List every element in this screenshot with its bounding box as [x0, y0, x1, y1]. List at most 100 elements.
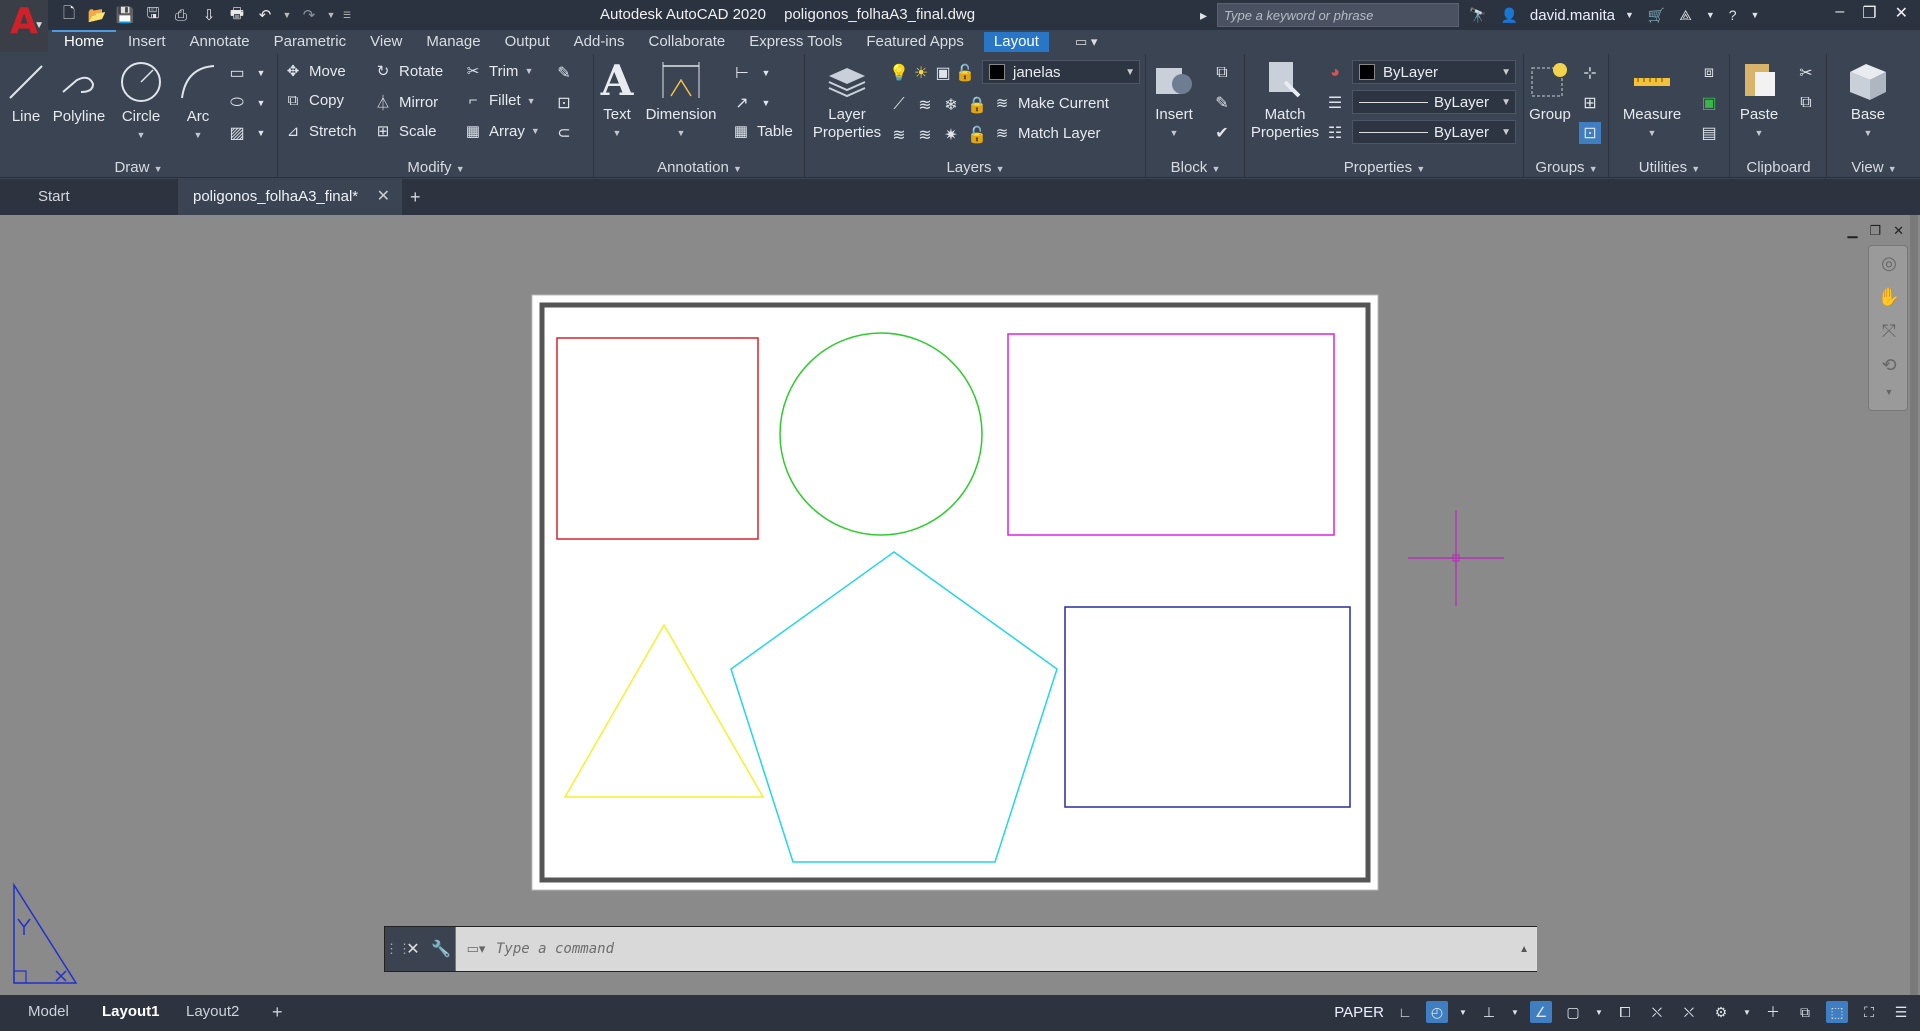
- layer-off-icon[interactable]: ⟋: [888, 94, 910, 116]
- calculator-icon[interactable]: ▤: [1698, 122, 1720, 144]
- save-web-icon[interactable]: ⇩: [196, 3, 222, 27]
- offset-icon[interactable]: ⊂: [553, 122, 575, 144]
- copy-clip-icon[interactable]: ⧉: [1795, 92, 1817, 114]
- tab-layout2[interactable]: Layout2: [176, 999, 249, 1025]
- tab-home[interactable]: Home: [52, 30, 117, 54]
- edit-block-icon[interactable]: ✎: [1211, 92, 1233, 114]
- close-icon[interactable]: ✕: [377, 179, 390, 215]
- polar-tracking-icon[interactable]: ◴: [1426, 1001, 1448, 1023]
- move-button[interactable]: ✥ Move: [283, 62, 346, 81]
- layer-dropdown[interactable]: janelas ▼: [982, 60, 1140, 84]
- wrench-icon[interactable]: 🔧: [427, 939, 455, 959]
- restore-icon[interactable]: ❐: [1869, 223, 1881, 239]
- circle-button[interactable]: Circle ▼: [116, 60, 166, 144]
- command-input[interactable]: ▭▾ Type a command ▲: [455, 927, 1537, 971]
- plot-icon[interactable]: 🖶: [224, 3, 250, 27]
- chevron-down-icon[interactable]: ▼: [250, 122, 272, 144]
- mirror-button[interactable]: ⏃ Mirror: [373, 92, 438, 113]
- layer-freeze-icon[interactable]: ❄: [940, 94, 962, 116]
- tab-annotate[interactable]: Annotate: [178, 30, 262, 54]
- binoculars-icon[interactable]: 🔭: [1465, 7, 1490, 24]
- chevron-up-icon[interactable]: ▲: [1519, 944, 1529, 955]
- close-icon[interactable]: ✕: [1895, 3, 1908, 23]
- fillet-button[interactable]: ⌐ Fillet ▼: [463, 92, 536, 109]
- help-icon[interactable]: ?: [1725, 7, 1741, 23]
- cart-icon[interactable]: 🛒: [1644, 7, 1669, 24]
- ortho-icon[interactable]: ∟: [1394, 1001, 1416, 1023]
- isometric-icon[interactable]: ⊥: [1478, 1001, 1500, 1023]
- chevron-down-icon[interactable]: ▼: [1742, 1001, 1752, 1023]
- scale-button[interactable]: ⊞ Scale: [373, 122, 437, 141]
- panel-groups-title[interactable]: Groups ▼: [1525, 159, 1608, 176]
- open-web-icon[interactable]: ⎙: [168, 3, 194, 27]
- chevron-down-icon[interactable]: ▼: [1458, 1001, 1468, 1023]
- layer-on-icon[interactable]: ≋: [888, 124, 910, 146]
- rotate-button[interactable]: ↻ Rotate: [373, 62, 444, 81]
- tab-collaborate[interactable]: Collaborate: [636, 30, 737, 54]
- array-button[interactable]: ▦ Array ▼: [463, 122, 540, 141]
- tab-layout1[interactable]: Layout1: [92, 999, 170, 1025]
- layer-lock-icon[interactable]: 🔒: [966, 94, 988, 116]
- layer-unlock-icon[interactable]: 🔓: [966, 124, 988, 146]
- trim-button[interactable]: ✂ Trim ▼: [463, 62, 534, 81]
- unlock-icon[interactable]: 🔓: [954, 62, 976, 84]
- group-button[interactable]: Group: [1527, 58, 1573, 124]
- tab-view[interactable]: View: [358, 30, 414, 54]
- chevron-down-icon[interactable]: ▼: [1869, 382, 1909, 402]
- chevron-down-icon[interactable]: ▼: [250, 62, 272, 84]
- chevron-down-icon[interactable]: ▼: [1510, 1001, 1520, 1023]
- match-layer-button[interactable]: ≋ Match Layer: [992, 124, 1101, 143]
- redo-icon[interactable]: ↷: [296, 3, 322, 27]
- rectangle-icon[interactable]: ▭: [226, 62, 248, 84]
- chevron-down-icon[interactable]: ▼: [755, 92, 777, 114]
- tab-layout[interactable]: Layout: [983, 32, 1049, 52]
- customize-toolbar-icon[interactable]: ☰: [340, 3, 354, 27]
- sun-icon[interactable]: ☀: [910, 62, 932, 84]
- paste-button[interactable]: Paste ▼: [1735, 58, 1783, 142]
- drawing-canvas[interactable]: ▁ ❐ ✕ ◎ ✋ ⤧ ⟲ ▼: [0, 215, 1920, 995]
- restore-icon[interactable]: ❐: [1862, 3, 1876, 23]
- dimension-button[interactable]: Dimension ▼: [641, 58, 721, 142]
- ungroup-icon[interactable]: ⊹: [1579, 62, 1601, 84]
- leader-icon[interactable]: ↗: [731, 92, 753, 114]
- panel-properties-title[interactable]: Properties ▼: [1246, 159, 1523, 176]
- select-all-icon[interactable]: ▣: [1698, 92, 1720, 114]
- chevron-down-icon[interactable]: ▼: [755, 62, 777, 84]
- cut-icon[interactable]: ✂: [1795, 62, 1817, 84]
- measure-button[interactable]: Measure ▼: [1614, 58, 1690, 142]
- chevron-down-icon[interactable]: ▼: [250, 92, 272, 114]
- save-as-icon[interactable]: 🖫: [140, 3, 166, 27]
- close-icon[interactable]: ✕: [399, 939, 427, 959]
- linetype-dropdown[interactable]: ByLayer ▼: [1352, 120, 1516, 144]
- minimize-icon[interactable]: –: [1835, 3, 1844, 23]
- group-selection-icon[interactable]: ⊡: [1579, 122, 1601, 144]
- panel-modify-title[interactable]: Modify ▼: [279, 159, 593, 176]
- erase-icon[interactable]: ✎: [553, 62, 575, 84]
- tab-manage[interactable]: Manage: [414, 30, 492, 54]
- panel-layers-title[interactable]: Layers ▼: [806, 159, 1145, 176]
- save-icon[interactable]: 💾: [112, 3, 138, 27]
- quick-select-icon[interactable]: ⧈: [1698, 62, 1720, 84]
- close-icon[interactable]: ✕: [1893, 223, 1904, 239]
- text-button[interactable]: A Text ▼: [599, 56, 635, 142]
- command-prompt-icon[interactable]: ▭▾: [456, 941, 496, 957]
- chevron-down-icon[interactable]: ▼: [1594, 1001, 1604, 1023]
- lineweight-icon[interactable]: ☰: [1324, 92, 1346, 114]
- linetype-icon[interactable]: ☷: [1324, 122, 1346, 144]
- layer-isolate-icon[interactable]: ≋: [914, 94, 936, 116]
- hamburger-menu-icon[interactable]: ☰: [1890, 1001, 1912, 1023]
- search-input[interactable]: Type a keyword or phrase: [1217, 3, 1460, 27]
- add-layout-plus-icon[interactable]: +: [262, 999, 293, 1025]
- hatch-icon[interactable]: ▨: [226, 122, 248, 144]
- tab-express-tools[interactable]: Express Tools: [737, 30, 854, 54]
- stretch-button[interactable]: ⊿ Stretch: [283, 122, 357, 141]
- annotation-visibility-icon[interactable]: ⛌: [1678, 1001, 1700, 1023]
- table-button[interactable]: ▦ Table: [731, 122, 793, 141]
- object-snap-icon[interactable]: ▢: [1562, 1001, 1584, 1023]
- tab-add-ins[interactable]: Add-ins: [562, 30, 637, 54]
- panel-clipboard-title[interactable]: Clipboard: [1731, 159, 1826, 176]
- insert-button[interactable]: Insert ▼: [1149, 58, 1199, 142]
- tab-output[interactable]: Output: [493, 30, 562, 54]
- selection-cycling-icon[interactable]: ⧠: [1614, 1001, 1636, 1023]
- zoom-extents-icon[interactable]: ⤧: [1869, 314, 1909, 348]
